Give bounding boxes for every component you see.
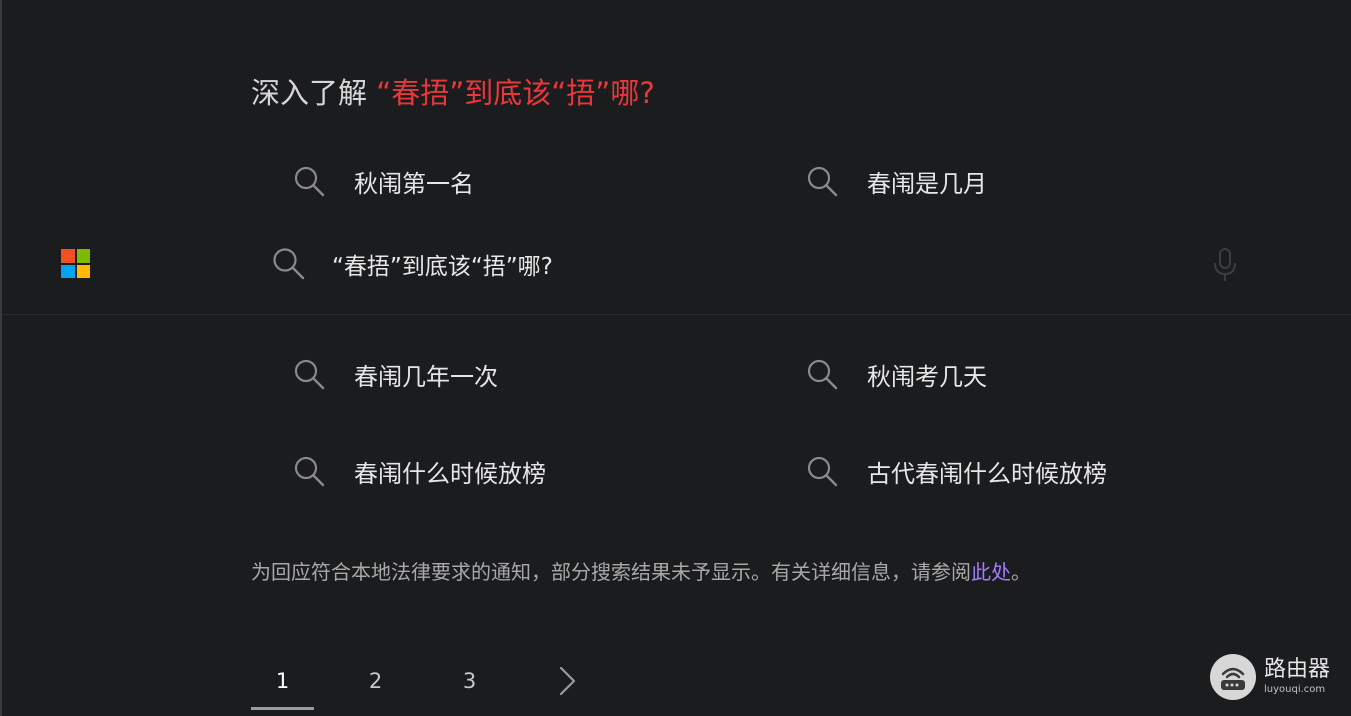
- search-icon[interactable]: [271, 246, 305, 280]
- page-2-button[interactable]: 2: [344, 655, 407, 707]
- search-icon: [806, 455, 838, 487]
- related-search-label: 秋闱第一名: [354, 169, 474, 198]
- search-icon: [806, 165, 838, 197]
- related-search-item[interactable]: 秋闱第一名: [293, 161, 474, 201]
- search-icon: [806, 358, 838, 390]
- related-search-item[interactable]: 秋闱考几天: [806, 354, 987, 394]
- related-search-item[interactable]: 春闱几年一次: [293, 354, 498, 394]
- microsoft-logo[interactable]: [61, 249, 90, 278]
- notice-link[interactable]: 此处: [971, 560, 1011, 584]
- watermark-name: 路由器: [1264, 657, 1331, 682]
- search-icon: [293, 165, 325, 197]
- page-title: 深入了解 “春捂”到底该“捂”哪?: [251, 72, 655, 114]
- search-icon: [293, 455, 325, 487]
- related-search-label: 秋闱考几天: [867, 362, 987, 391]
- logo-square-blue: [61, 264, 75, 278]
- related-search-label: 春闱几年一次: [354, 362, 498, 391]
- search-icon: [293, 358, 325, 390]
- related-search-label: 春闱什么时候放榜: [354, 459, 546, 488]
- related-search-label: 春闱是几月: [867, 169, 987, 198]
- logo-square-green: [76, 249, 90, 263]
- microphone-icon[interactable]: [1210, 247, 1240, 283]
- watermark: 路由器 luyouqi.com: [1210, 652, 1330, 702]
- router-logo: [1210, 654, 1256, 700]
- page-1-button[interactable]: 1: [251, 655, 314, 710]
- logo-square-yellow: [76, 264, 90, 278]
- related-search-item[interactable]: 古代春闱什么时候放榜: [806, 451, 1107, 491]
- search-input[interactable]: [332, 242, 1172, 286]
- search-bar: [2, 218, 1351, 315]
- chevron-right-icon[interactable]: [553, 665, 581, 697]
- related-search-item[interactable]: 春闱是几月: [806, 161, 987, 201]
- title-query: “春捂”到底该“捂”哪?: [376, 76, 655, 110]
- related-search-label: 古代春闱什么时候放榜: [867, 459, 1107, 488]
- logo-square-red: [61, 249, 75, 263]
- watermark-url: luyouqi.com: [1264, 684, 1326, 695]
- window-left-border: [0, 0, 2, 716]
- legal-notice: 为回应符合本地法律要求的通知，部分搜索结果未予显示。有关详细信息，请参阅此处。: [251, 556, 1031, 588]
- page-3-button[interactable]: 3: [438, 655, 501, 707]
- notice-text: 为回应符合本地法律要求的通知，部分搜索结果未予显示。有关详细信息，请参阅: [251, 560, 971, 584]
- related-search-item[interactable]: 春闱什么时候放榜: [293, 451, 546, 491]
- notice-suffix: 。: [1011, 560, 1031, 584]
- title-prefix: 深入了解: [251, 76, 377, 110]
